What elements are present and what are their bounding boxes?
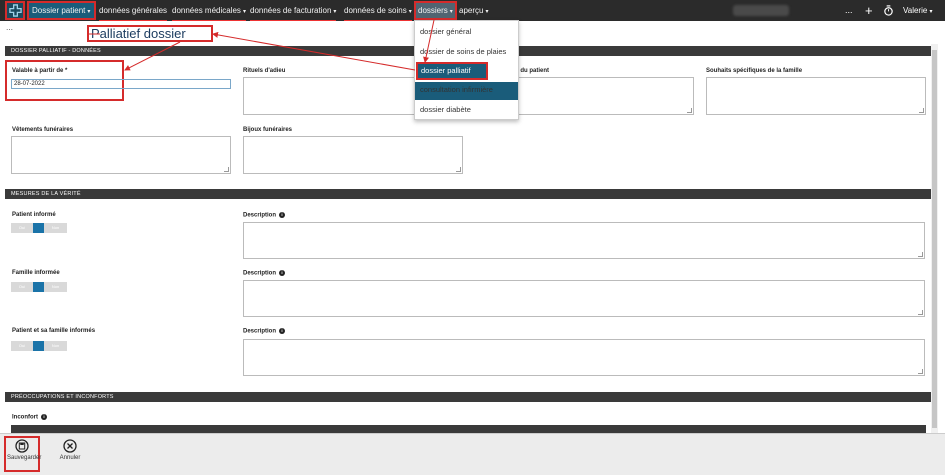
bottom-action-bar: [0, 433, 945, 475]
add-icon[interactable]: +: [865, 0, 873, 21]
chevron-down-icon: ▾: [929, 9, 933, 15]
patient-informed-label: Patient informé: [12, 212, 56, 218]
clothes-label: Vêtements funéraires: [12, 127, 74, 133]
description-label: Description i: [243, 328, 286, 335]
nav-donnees-generales[interactable]: données générales: [99, 0, 168, 21]
rituals-label: Rituels d'adieu: [243, 68, 286, 74]
chevron-down-icon: ▾: [87, 9, 91, 15]
chevron-down-icon: ▾: [242, 9, 246, 15]
medical-cross-icon: [8, 4, 22, 17]
info-icon[interactable]: i: [279, 328, 286, 334]
section-header-preoccupations: PRÉOCCUPATIONS ET INCONFORTS: [5, 392, 931, 402]
family-informed-label: Famille informée: [12, 270, 60, 276]
info-icon[interactable]: i: [279, 212, 286, 218]
inconfort-table-header: [11, 425, 926, 433]
menu-item-dossier-plaies[interactable]: dossier de soins de plaies: [415, 43, 518, 61]
blurred-username-area: [733, 5, 789, 16]
family-wishes-label: Souhaits spécifiques de la famille: [706, 68, 803, 74]
valid-from-label: Valable à partir de *: [12, 68, 68, 74]
family-wishes-textarea[interactable]: [706, 77, 926, 115]
timer-icon[interactable]: [883, 0, 894, 21]
nav-dossiers[interactable]: dossiers ▾: [414, 1, 457, 20]
family-informed-description[interactable]: [243, 280, 925, 317]
menu-item-dossier-general[interactable]: dossier général: [415, 23, 518, 41]
chevron-down-icon: ▾: [449, 9, 453, 15]
description-label: Description i: [243, 270, 286, 277]
toggle-neutral[interactable]: [33, 282, 44, 292]
dossiers-dropdown-menu: dossier général dossier de soins de plai…: [414, 20, 519, 120]
patient-informed-description[interactable]: [243, 222, 925, 259]
top-navigation-bar: Dossier patient ▾ données générales donné…: [0, 0, 945, 21]
chevron-down-icon: ▾: [333, 9, 337, 15]
nav-donnees-medicales[interactable]: données médicales ▾: [172, 0, 246, 21]
menu-item-dossier-diabete[interactable]: dossier diabète: [415, 101, 518, 119]
inconfort-label: Inconfort i: [12, 414, 47, 421]
description-label: Description i: [243, 212, 286, 219]
breadcrumb: ⋯: [6, 27, 13, 34]
info-icon[interactable]: i: [41, 414, 47, 420]
dossier-patient-button[interactable]: Dossier patient ▾: [27, 1, 96, 20]
menu-item-consultation-infirmiere[interactable]: consultation infirmière: [415, 81, 518, 99]
dossier-patient-label: Dossier patient: [32, 6, 86, 15]
chevron-down-icon: ▾: [485, 9, 489, 15]
save-button[interactable]: Sauvegarder: [7, 437, 41, 461]
patient-family-informed-toggle[interactable]: Oui Non: [11, 341, 67, 351]
scrollbar-thumb[interactable]: [932, 50, 937, 428]
toggle-non[interactable]: Non: [44, 341, 67, 351]
annotation-label: Palliatief dossier: [87, 25, 213, 42]
toggle-neutral[interactable]: [33, 341, 44, 351]
jewels-textarea[interactable]: [243, 136, 463, 174]
nav-donnees-soins[interactable]: données de soins ▾: [344, 0, 412, 21]
toggle-neutral[interactable]: [33, 223, 44, 233]
toggle-oui[interactable]: Oui: [11, 341, 33, 351]
nav-apercu[interactable]: aperçu ▾: [459, 0, 488, 21]
toggle-non[interactable]: Non: [44, 223, 67, 233]
patient-family-informed-description[interactable]: [243, 339, 925, 376]
more-menu-icon[interactable]: ...: [845, 0, 853, 21]
close-icon: [63, 439, 77, 453]
family-informed-toggle[interactable]: Oui Non: [11, 282, 67, 292]
info-icon[interactable]: i: [279, 270, 286, 276]
clothes-textarea[interactable]: [11, 136, 231, 174]
section-header-verite: MESURES DE LA VÉRITÉ: [5, 189, 931, 199]
save-icon: [15, 439, 29, 453]
cancel-button[interactable]: Annuler: [55, 437, 85, 461]
toggle-oui[interactable]: Oui: [11, 282, 33, 292]
app-logo[interactable]: [5, 1, 25, 20]
chevron-down-icon: ▾: [408, 9, 412, 15]
valid-from-input[interactable]: 28-07-2022: [11, 79, 231, 89]
user-menu[interactable]: Valerie ▾: [903, 0, 933, 21]
toggle-oui[interactable]: Oui: [11, 223, 33, 233]
nav-donnees-facturation[interactable]: données de facturation ▾: [250, 0, 337, 21]
menu-item-dossier-palliatif[interactable]: dossier palliatif: [416, 62, 488, 80]
patient-family-informed-label: Patient et sa famille informés: [12, 328, 96, 334]
jewels-label: Bijoux funéraires: [243, 127, 293, 133]
toggle-non[interactable]: Non: [44, 282, 67, 292]
patient-informed-toggle[interactable]: Oui Non: [11, 223, 67, 233]
